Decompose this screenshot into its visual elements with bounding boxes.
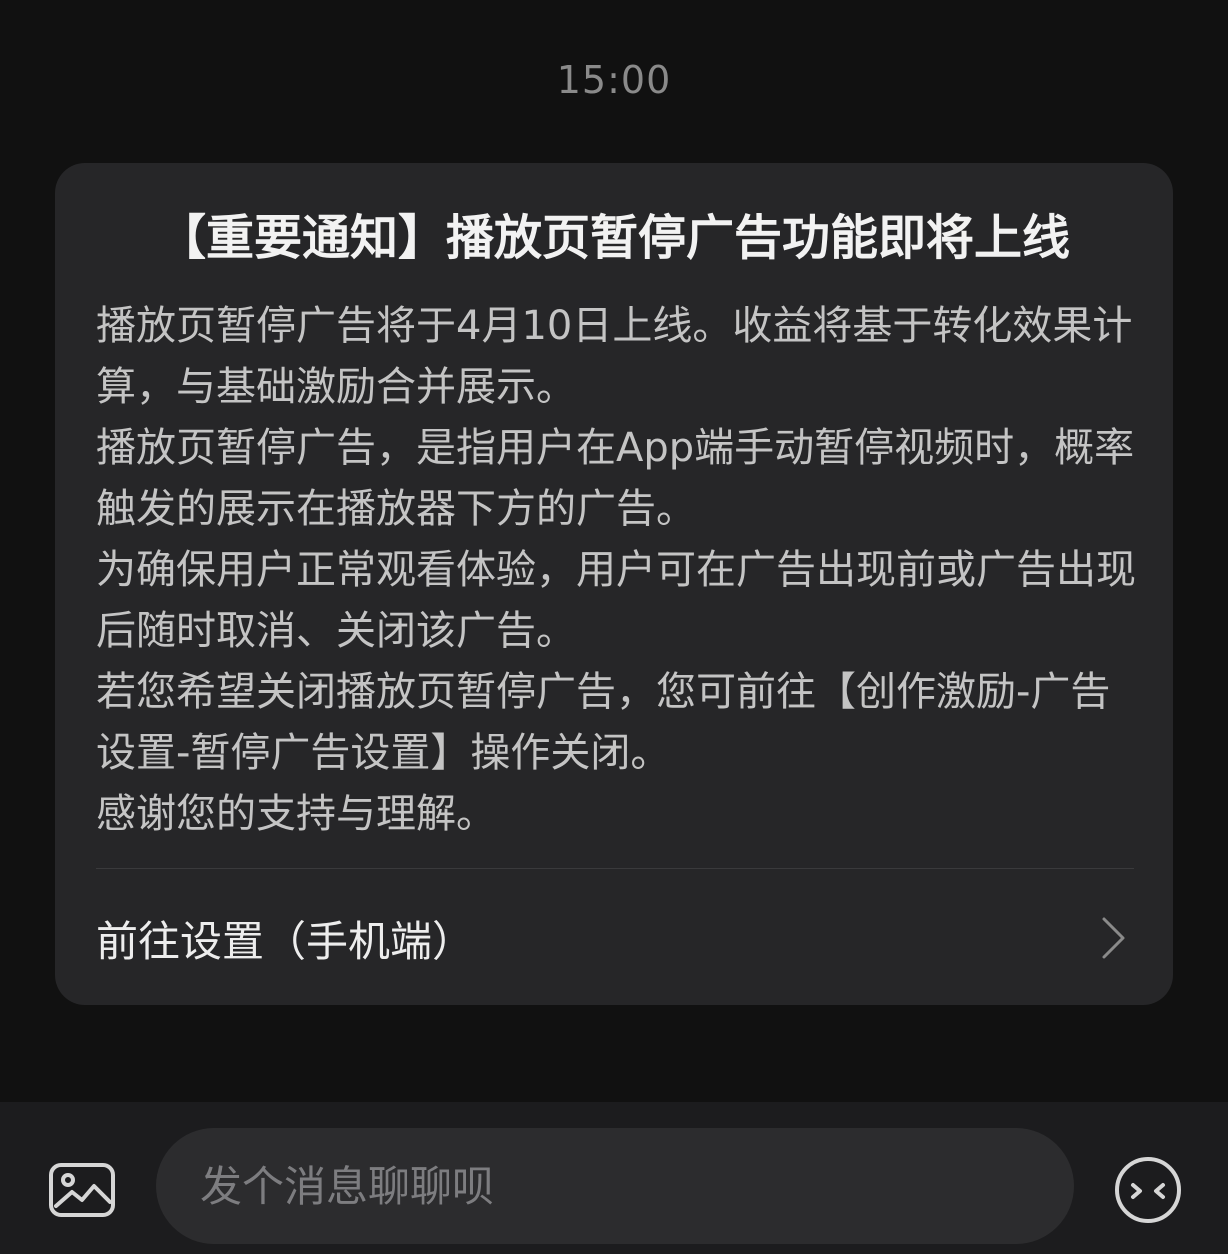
- notice-paragraph: 感谢您的支持与理解。: [96, 791, 496, 837]
- notice-paragraph: 为确保用户正常观看体验，用户可在广告出现前或广告出现后随时取消、关闭该广告。: [96, 547, 1136, 654]
- chat-screen: 15:00 【重要通知】播放页暂停广告功能即将上线 播放页暂停广告将于4月10日…: [0, 0, 1228, 1254]
- notice-body: 播放页暂停广告将于4月10日上线。收益将基于转化效果计算，与基础激励合并展示。 …: [96, 296, 1136, 845]
- go-to-settings-label: 前往设置（手机端）: [96, 916, 475, 966]
- notice-paragraph: 若您希望关闭播放页暂停广告，您可前往【创作激励-广告设置-暂停广告设置】操作关闭…: [96, 669, 1111, 776]
- image-icon[interactable]: [44, 1158, 120, 1222]
- chevron-right-icon: [1094, 908, 1134, 968]
- message-timestamp: 15:00: [556, 58, 672, 102]
- notice-title: 【重要通知】播放页暂停广告功能即将上线: [157, 210, 1070, 266]
- notice-paragraph: 播放页暂停广告将于4月10日上线。收益将基于转化效果计算，与基础激励合并展示。: [96, 303, 1133, 410]
- emoji-icon[interactable]: [1110, 1152, 1186, 1228]
- notice-divider: [96, 868, 1134, 869]
- go-to-settings-link[interactable]: 前往设置（手机端）: [96, 896, 1134, 980]
- message-input[interactable]: [156, 1128, 1074, 1244]
- notice-paragraph: 播放页暂停广告，是指用户在App端手动暂停视频时，概率触发的展示在播放器下方的广…: [96, 425, 1135, 532]
